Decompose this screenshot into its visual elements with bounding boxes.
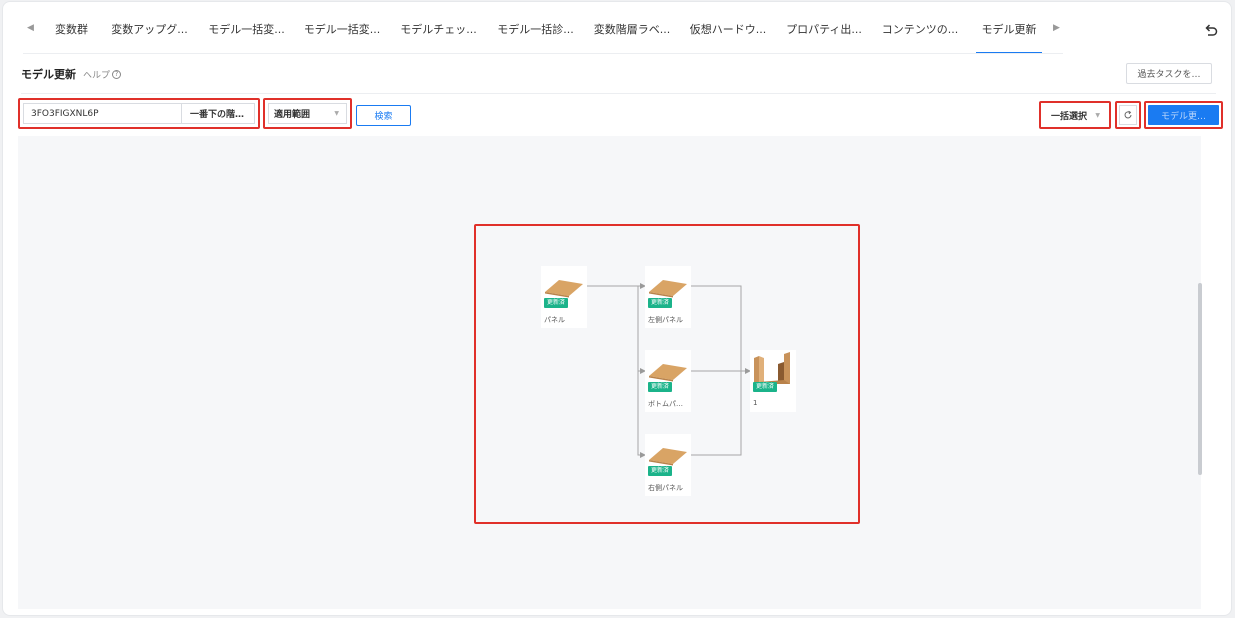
scope-select[interactable]: 適用範囲 ▼ <box>268 103 347 124</box>
node-label: 1 <box>753 399 758 407</box>
node-label: パネル <box>544 316 565 324</box>
status-badge: 更新済 <box>544 298 569 308</box>
tab-scroll-right-icon[interactable]: ▶ <box>1053 23 1060 33</box>
scope-select-highlight: 適用範囲 ▼ <box>263 98 352 129</box>
wood-panel-icon <box>545 280 583 298</box>
level-select[interactable]: 一番下の階… <box>181 103 255 124</box>
graph-node-right-panel[interactable]: 更新済 右側パネル <box>645 434 691 496</box>
refresh-icon <box>1124 110 1132 119</box>
tab-divider <box>23 53 1063 54</box>
chevron-down-icon: ▼ <box>334 110 339 117</box>
node-label: ボトムパ… <box>648 400 683 408</box>
bulk-select-highlight: 一括選択 ▼ <box>1039 101 1111 129</box>
chevron-down-icon: ▼ <box>1095 112 1100 119</box>
search-button[interactable]: 検索 <box>356 105 411 126</box>
tab-contents[interactable]: コンテンツの... <box>872 2 968 56</box>
tab-virtual-hardware[interactable]: 仮想ハードウ... <box>680 2 776 56</box>
undo-icon[interactable] <box>1203 22 1219 38</box>
past-tasks-button[interactable]: 過去タスクを… <box>1126 63 1212 84</box>
status-badge: 更新済 <box>648 466 673 476</box>
bulk-select-label: 一括選択 <box>1051 111 1088 122</box>
tab-property-output[interactable]: プロパティ出... <box>776 2 872 56</box>
refresh-highlight <box>1115 101 1141 129</box>
header-divider <box>21 93 1216 94</box>
tab-scroll-left-icon[interactable]: ◀ <box>27 23 34 33</box>
tab-model-update[interactable]: モデル更新 <box>968 2 1050 56</box>
graph-node-left-panel[interactable]: 更新済 左側パネル <box>645 266 691 328</box>
refresh-button[interactable] <box>1119 105 1137 125</box>
scope-select-label: 適用範囲 <box>274 110 311 120</box>
page-header: モデル更新 ヘルプ ? 過去タスクを… <box>21 62 1216 92</box>
canvas-scrollbar[interactable] <box>1198 283 1202 475</box>
help-label: ヘルプ <box>83 71 111 81</box>
wood-panel-icon <box>649 364 687 382</box>
tab-model-bulk-change-1[interactable]: モデル一括変... <box>199 2 294 56</box>
cabinet-icon <box>754 352 790 384</box>
status-badge: 更新済 <box>648 382 673 392</box>
page-title: モデル更新 <box>21 68 76 81</box>
status-badge: 更新済 <box>648 298 673 308</box>
node-label: 右側パネル <box>648 484 683 492</box>
tab-model-bulk-change-2[interactable]: モデル一括変... <box>294 2 390 56</box>
status-badge: 更新済 <box>753 382 778 392</box>
bulk-select-dropdown[interactable]: 一括選択 ▼ <box>1043 105 1107 125</box>
help-icon: ? <box>112 70 122 79</box>
tab-variable-upgrade[interactable]: 変数アップグ... <box>100 2 199 56</box>
model-id-input[interactable] <box>23 103 181 124</box>
tab-model-check[interactable]: モデルチェッ... <box>390 2 487 56</box>
tab-variable-hierarchy-label[interactable]: 変数階層ラベ... <box>584 2 680 56</box>
tab-model-bulk-diagnose[interactable]: モデル一括診... <box>487 2 584 56</box>
help-link[interactable]: ヘルプ ? <box>83 68 122 81</box>
graph-node-bottom-panel[interactable]: 更新済 ボトムパ… <box>645 350 691 412</box>
model-update-button[interactable]: モデル更… <box>1148 105 1219 125</box>
graph-node-panel[interactable]: 更新済 パネル <box>541 266 587 328</box>
wood-panel-icon <box>649 448 687 466</box>
tab-variable-group[interactable]: 変数群 <box>43 2 100 56</box>
model-search-group: 一番下の階… <box>18 98 260 129</box>
tab-bar: ◀ 変数群 変数アップグ... モデル一括変... モデル一括変... モデルチ… <box>3 2 1231 56</box>
graph-node-assembly[interactable]: 更新済 1 <box>750 350 796 412</box>
node-label: 左側パネル <box>648 316 683 324</box>
wood-panel-icon <box>649 280 687 298</box>
update-highlight: モデル更… <box>1144 101 1223 129</box>
tab-list: 変数群 変数アップグ... モデル一括変... モデル一括変... モデルチェッ… <box>43 2 1050 56</box>
